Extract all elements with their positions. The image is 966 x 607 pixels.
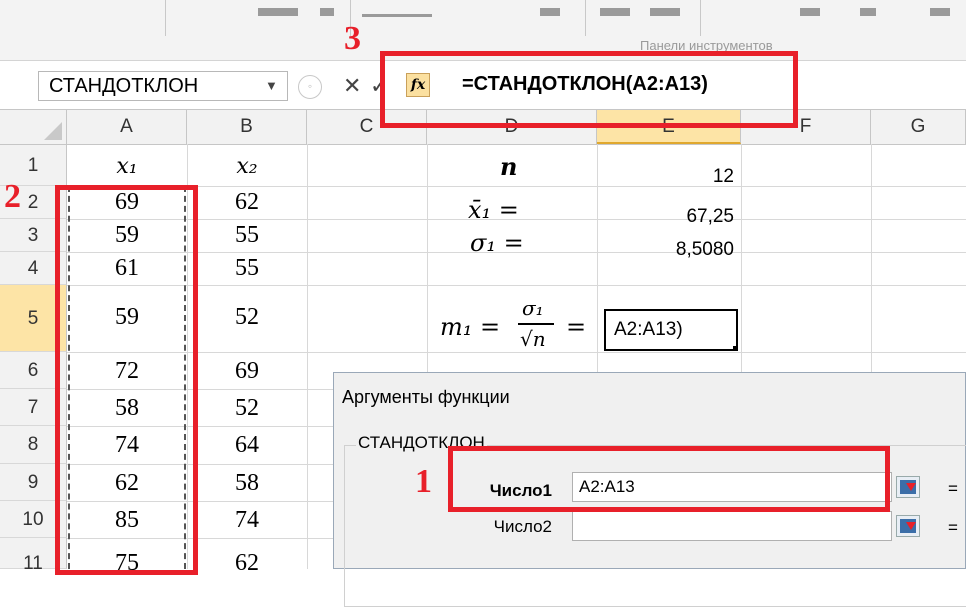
ribbon-separator	[700, 0, 701, 36]
column-header-a[interactable]: A	[67, 110, 187, 144]
cell-d1[interactable]: n	[500, 152, 517, 181]
annotation-box-formula	[380, 51, 798, 128]
range-select-arrow-icon	[906, 522, 916, 530]
arg2-equals: =	[948, 518, 958, 537]
cell-b4[interactable]: 55	[188, 252, 306, 285]
fraction-bar	[518, 323, 554, 325]
cell-b10[interactable]: 74	[188, 504, 306, 537]
cell-b9[interactable]: 58	[188, 467, 306, 500]
ribbon-control[interactable]	[540, 8, 560, 16]
range-select-arrow-icon	[906, 483, 916, 491]
ribbon-control[interactable]	[800, 8, 820, 16]
annotation-number-3: 3	[344, 20, 361, 57]
cell-b5[interactable]: 52	[188, 301, 306, 334]
annotation-number-2: 2	[4, 178, 21, 215]
fill-handle[interactable]	[733, 346, 738, 351]
cell-b6[interactable]: 69	[188, 355, 306, 388]
active-cell-e5[interactable]: A2:A13)	[604, 309, 738, 351]
annotation-number-1: 1	[415, 463, 432, 500]
cell-e1[interactable]: 12	[574, 160, 734, 193]
select-all-corner[interactable]	[0, 110, 67, 144]
cell-d5-denominator: √n	[520, 327, 546, 351]
ribbon-control[interactable]	[258, 8, 298, 16]
column-header-b[interactable]: B	[187, 110, 307, 144]
cell-d5-eq: =	[566, 313, 587, 341]
select-all-triangle-icon	[44, 122, 62, 140]
ribbon-control[interactable]	[860, 8, 876, 16]
chevron-down-icon[interactable]: ▼	[265, 71, 278, 101]
cell-b3[interactable]: 55	[188, 219, 306, 252]
dialog-title: Аргументы функции	[342, 387, 510, 407]
annotation-box-arg1	[448, 446, 890, 512]
cell-b8[interactable]: 64	[188, 429, 306, 462]
ribbon-control[interactable]	[930, 8, 950, 16]
cell-e2[interactable]: 67,25	[574, 200, 734, 233]
arg2-collapse-button[interactable]	[896, 515, 920, 537]
name-box[interactable]: СТАНДОТКЛОН	[38, 71, 288, 101]
ribbon-separator	[165, 0, 166, 36]
annotation-box-range	[55, 185, 198, 575]
cell-b2[interactable]: 62	[188, 186, 306, 219]
cell-d5-lhs[interactable]: m₁ =	[440, 313, 500, 341]
cell-d5-numerator: σ₁	[522, 296, 544, 320]
cell-a1[interactable]: x₁	[68, 150, 186, 183]
ribbon-control[interactable]	[650, 8, 680, 16]
ribbon-control[interactable]	[362, 14, 432, 17]
arg1-collapse-button[interactable]	[896, 476, 920, 498]
column-header-g[interactable]: G	[871, 110, 966, 144]
arg1-equals: =	[948, 479, 958, 498]
cell-d3[interactable]: σ₁ =	[470, 229, 524, 257]
grid-line	[67, 285, 966, 286]
cell-b1[interactable]: x₂	[188, 150, 306, 183]
cell-b7[interactable]: 52	[188, 392, 306, 425]
arg2-label: Число2	[493, 517, 552, 536]
arg2-input[interactable]	[572, 511, 892, 541]
cancel-icon[interactable]: ✕	[343, 73, 361, 99]
ribbon-control[interactable]	[600, 8, 630, 16]
cell-e3[interactable]: 8,5080	[574, 233, 734, 266]
ribbon-control[interactable]	[320, 8, 334, 16]
grid-line	[67, 352, 966, 353]
cell-b11[interactable]: 62	[188, 547, 306, 580]
grid-line	[307, 144, 308, 569]
ribbon-separator	[585, 0, 586, 36]
cell-d2[interactable]: x̄₁ =	[468, 196, 519, 224]
formula-bar-grip-icon[interactable]: ◦	[298, 75, 322, 99]
